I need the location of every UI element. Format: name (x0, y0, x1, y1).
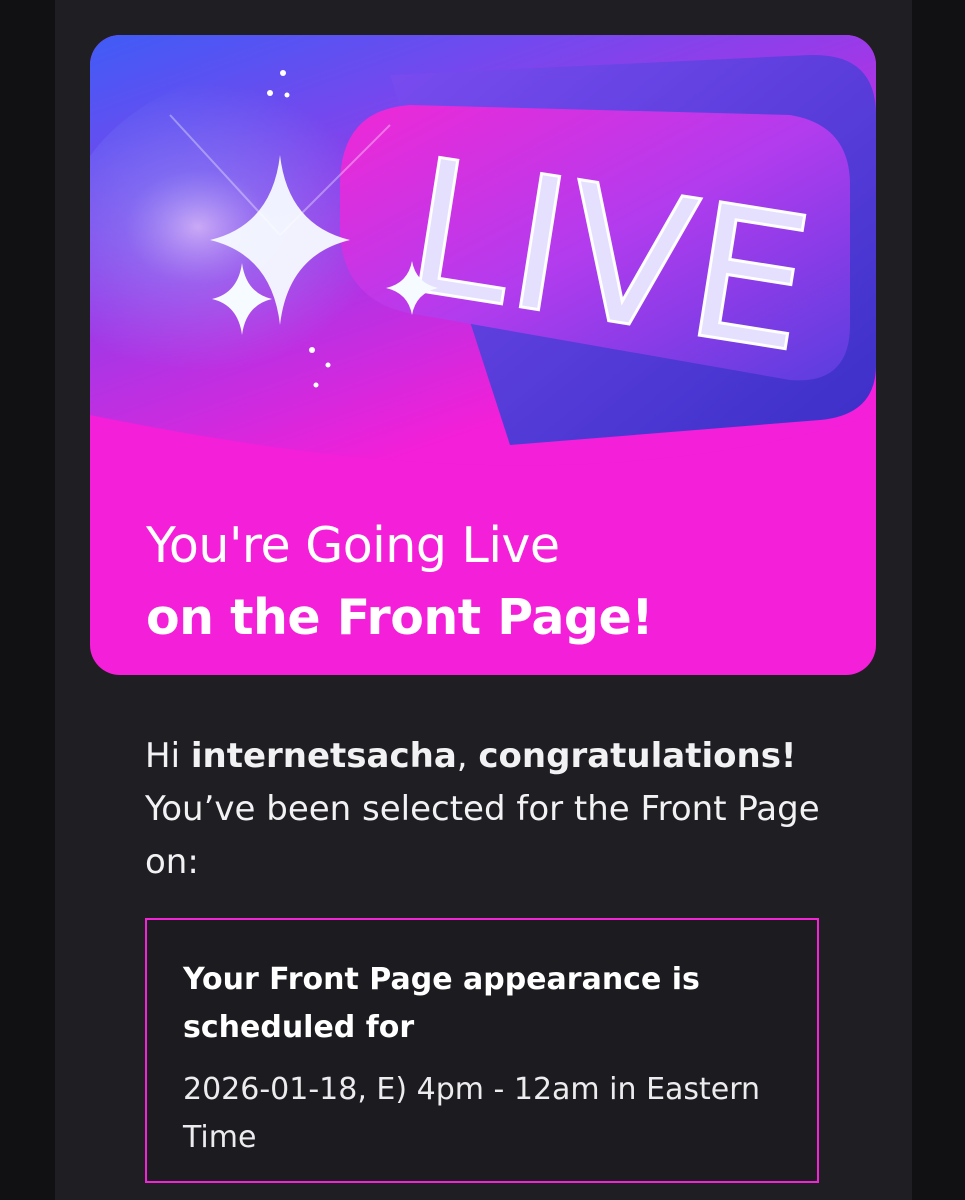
hero-banner: LIVE You're Going Live on the Front Page… (90, 35, 876, 675)
hero-headline: You're Going Live on the Front Page! (146, 510, 846, 654)
email-view: LIVE You're Going Live on the Front Page… (0, 0, 965, 1200)
congratulations-text: congratulations! (478, 736, 797, 776)
greeting-hi: Hi (145, 736, 181, 776)
hero-title-line1: You're Going Live (146, 517, 560, 574)
hero-title-line2: on the Front Page! (146, 589, 654, 646)
greeting-comma: , (456, 736, 468, 776)
live-badge-illustration: LIVE (90, 35, 876, 495)
greeting-paragraph: Hi internetsacha, congratulations! You’v… (145, 730, 845, 889)
right-margin (912, 0, 965, 1200)
schedule-card: Your Front Page appearance is scheduled … (145, 918, 819, 1183)
username: internetsacha (190, 736, 457, 776)
selection-message: You’ve been selected for the Front Page … (145, 789, 820, 882)
schedule-datetime: 2026-01-18, E) 4pm - 12am in Eastern Tim… (183, 1072, 761, 1155)
left-margin (0, 0, 55, 1200)
schedule-title: Your Front Page appearance is scheduled … (183, 962, 700, 1045)
